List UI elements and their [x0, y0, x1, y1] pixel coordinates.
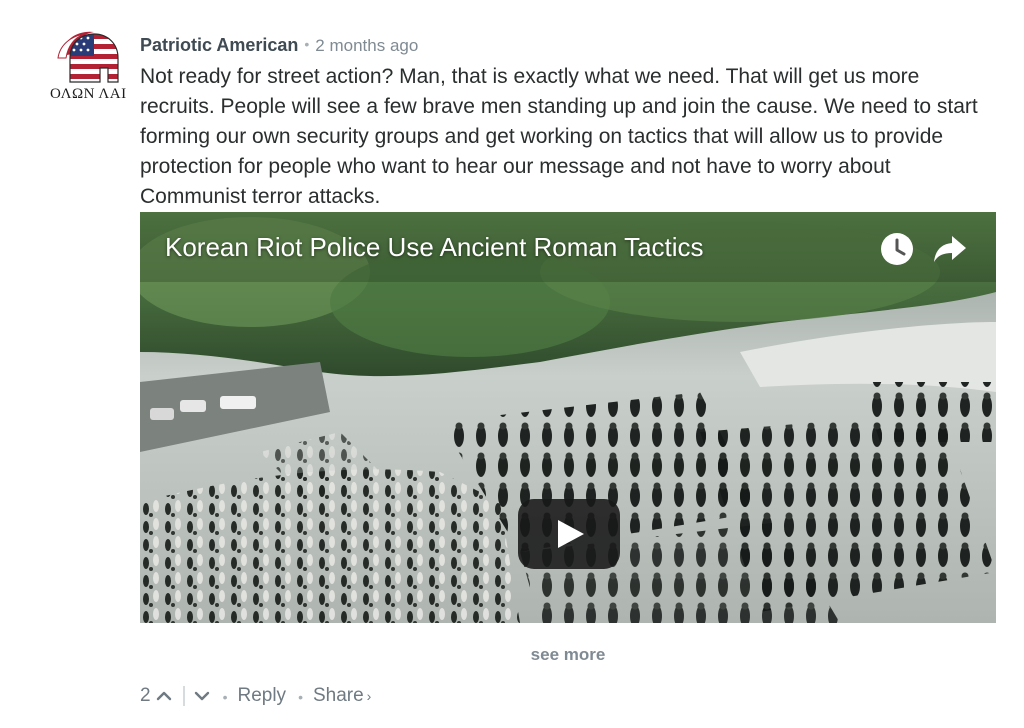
vote-divider — [182, 686, 185, 706]
video-title[interactable]: Korean Riot Police Use Ancient Roman Tac… — [165, 232, 704, 263]
play-icon — [558, 520, 584, 548]
footer-separator: • — [298, 689, 303, 705]
play-button[interactable] — [518, 499, 620, 569]
comment-body: Not ready for street action? Man, that i… — [140, 65, 978, 208]
share-label: Share — [312, 685, 364, 706]
timestamp[interactable]: 2 months ago — [315, 36, 418, 55]
spartan-helmet-flag-icon — [57, 31, 119, 83]
share-chevron-icon: › — [366, 688, 372, 704]
share-arrow-icon[interactable] — [932, 234, 968, 264]
video-embed[interactable]: Korean Riot Police Use Ancient Roman Tac… — [140, 212, 996, 623]
chevron-up-icon[interactable] — [155, 687, 173, 705]
avatar-motto: ΟΛΩΝ ΛΑΙ — [50, 86, 127, 102]
share-button[interactable]: Share › — [313, 685, 371, 707]
see-more-link[interactable]: see more — [0, 645, 1024, 665]
comment-footer: 2 • Reply • Share › — [140, 683, 371, 709]
reply-button[interactable]: Reply — [237, 685, 286, 707]
avatar[interactable]: ΟΛΩΝ ΛΑΙ — [48, 28, 126, 108]
clock-icon[interactable] — [880, 232, 914, 266]
footer-separator: • — [222, 689, 228, 705]
header-separator: • — [304, 36, 310, 52]
comment-header: Patriotic American • 2 months ago — [140, 33, 418, 58]
author-name[interactable]: Patriotic American — [140, 35, 298, 55]
chevron-down-icon[interactable] — [193, 687, 211, 705]
vote-count: 2 — [140, 685, 151, 706]
comment: ΟΛΩΝ ΛΑΙ Patriotic American • 2 months ago… — [0, 0, 1024, 728]
